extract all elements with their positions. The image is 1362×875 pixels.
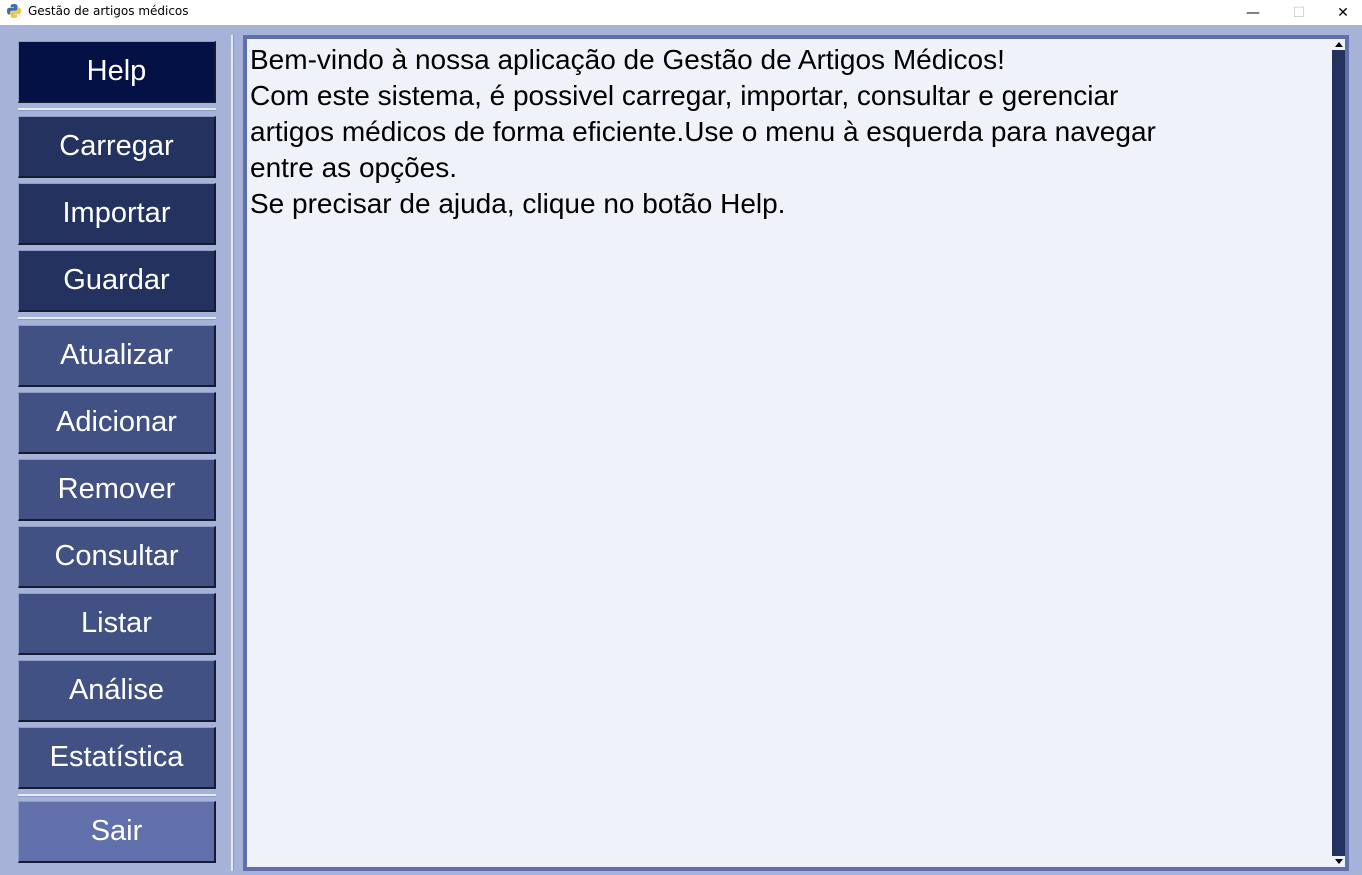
adicionar-button[interactable]: Adicionar xyxy=(18,392,216,454)
main-window: Help Carregar Importar Guardar Atualizar… xyxy=(0,25,1362,875)
welcome-line: artigos médicos de forma eficiente.Use o… xyxy=(250,116,1156,147)
welcome-line: Com este sistema, é possivel carregar, i… xyxy=(250,80,1119,111)
vertical-scrollbar[interactable] xyxy=(1332,39,1345,867)
scroll-down-button[interactable] xyxy=(1332,856,1345,867)
maximize-button[interactable]: ☐ xyxy=(1276,0,1322,25)
content-panel: Bem-vindo à nossa aplicação de Gestão de… xyxy=(243,35,1349,871)
estatistica-button[interactable]: Estatística xyxy=(18,727,216,789)
sair-button[interactable]: Sair xyxy=(18,801,216,863)
python-app-icon xyxy=(7,4,21,18)
close-button[interactable]: ✕ xyxy=(1320,0,1362,25)
arrow-up-icon xyxy=(1334,42,1343,47)
menu-separator xyxy=(18,108,216,111)
consultar-button[interactable]: Consultar xyxy=(18,526,216,588)
atualizar-button[interactable]: Atualizar xyxy=(18,325,216,387)
guardar-button[interactable]: Guardar xyxy=(18,250,216,312)
scroll-up-button[interactable] xyxy=(1332,39,1345,50)
welcome-text-area[interactable]: Bem-vindo à nossa aplicação de Gestão de… xyxy=(247,39,1332,867)
welcome-heading: Bem-vindo à nossa aplicação de Gestão de… xyxy=(250,44,1005,75)
minimize-button[interactable]: — xyxy=(1230,0,1276,25)
welcome-line: entre as opções. xyxy=(250,152,458,183)
remover-button[interactable]: Remover xyxy=(18,459,216,521)
carregar-button[interactable]: Carregar xyxy=(18,116,216,178)
vertical-separator xyxy=(231,35,234,871)
arrow-down-icon xyxy=(1334,859,1343,864)
title-bar: Gestão de artigos médicos — ☐ ✕ xyxy=(0,0,1362,25)
menu-separator xyxy=(18,317,216,320)
menu-separator xyxy=(18,794,216,797)
welcome-line: Se precisar de ajuda, clique no botão He… xyxy=(250,188,786,219)
help-button[interactable]: Help xyxy=(18,41,216,103)
window-title: Gestão de artigos médicos xyxy=(28,4,189,18)
listar-button[interactable]: Listar xyxy=(18,593,216,655)
importar-button[interactable]: Importar xyxy=(18,183,216,245)
analise-button[interactable]: Análise xyxy=(18,660,216,722)
